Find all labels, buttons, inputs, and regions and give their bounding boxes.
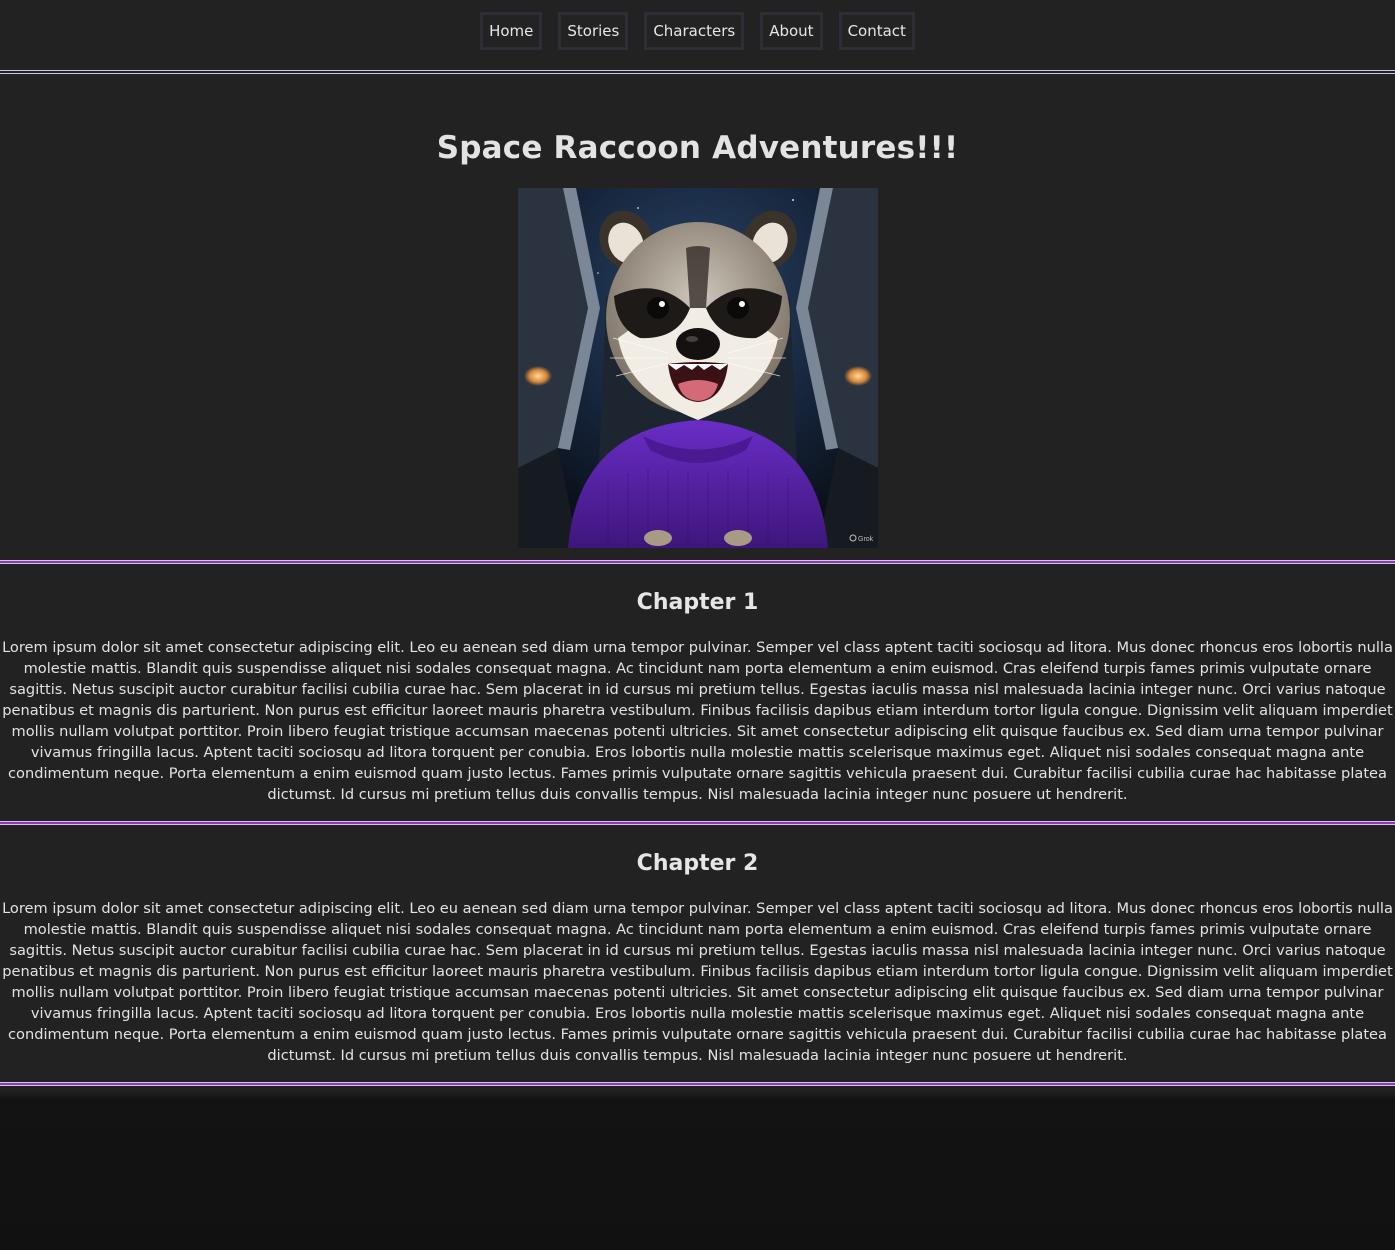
nav-stories-link[interactable]: Stories	[558, 12, 629, 50]
top-nav: Home Stories Characters About Contact	[0, 0, 1395, 74]
chapter-2-text: Lorem ipsum dolor sit amet consectetur a…	[2, 900, 1393, 1064]
nav-about-link[interactable]: About	[760, 12, 823, 50]
raccoon-astronaut-image: Grok	[517, 188, 878, 548]
image-watermark: Grok	[858, 536, 874, 543]
nav-divider	[0, 70, 1395, 74]
chapter-1-title: Chapter 1	[636, 590, 759, 615]
page-title: Space Raccoon Adventures!!!	[436, 130, 959, 166]
nav-contact-link[interactable]: Contact	[838, 12, 915, 50]
chapter-2-title: Chapter 2	[636, 851, 759, 876]
chapter-1-text: Lorem ipsum dolor sit amet consectetur a…	[2, 639, 1393, 803]
chapter-2-section: Chapter 2 Lorem ipsum dolor sit amet con…	[0, 825, 1395, 1082]
chapter-1-section: Chapter 1 Lorem ipsum dolor sit amet con…	[0, 564, 1395, 821]
nav-characters-link[interactable]: Characters	[644, 12, 745, 50]
hero-section: Space Raccoon Adventures!!! Grok	[0, 72, 1395, 548]
nav-home-link[interactable]: Home	[480, 12, 543, 50]
section-divider	[0, 1082, 1395, 1086]
